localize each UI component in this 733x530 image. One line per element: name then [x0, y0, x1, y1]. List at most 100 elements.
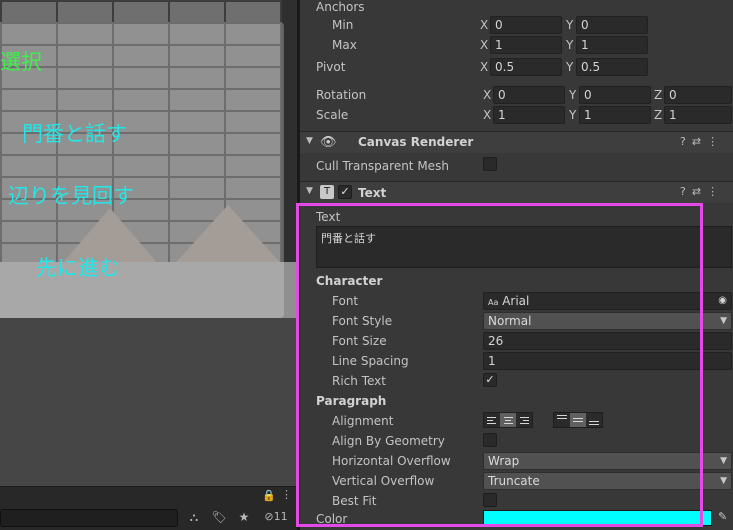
axis-y-label: Y	[566, 60, 574, 74]
align-top-button[interactable]	[554, 413, 570, 427]
axis-z-label: Z	[654, 88, 663, 102]
axis-y-label: Y	[569, 108, 577, 122]
rich-text-checkbox[interactable]: ✓	[483, 373, 497, 387]
cull-transparent-mesh-checkbox[interactable]	[483, 157, 497, 171]
align-left-button[interactable]	[484, 413, 500, 427]
text-field-label: Text	[316, 210, 341, 224]
scale-z-field[interactable]: 1	[664, 106, 732, 124]
filter-by-type-icon[interactable]: ⛬	[184, 507, 204, 527]
menu-option-look-around[interactable]: 辺りを見回す	[8, 180, 134, 210]
eyedropper-icon[interactable]: ✎	[718, 510, 727, 523]
align-right-button[interactable]	[516, 413, 532, 427]
rotation-y-field[interactable]: 0	[579, 86, 651, 104]
axis-y-label: Y	[569, 88, 577, 102]
horizontal-alignment-group	[483, 412, 533, 428]
menu-option-talk-gatekeeper[interactable]: 門番と話す	[22, 118, 127, 148]
axis-x-label: X	[480, 18, 489, 32]
dropdown-arrow-icon: ▼	[720, 316, 727, 326]
component-menu-icon[interactable]: ⋮	[707, 135, 718, 148]
anchors-min-y-field[interactable]: 0	[576, 16, 648, 34]
anchors-max-label: Max	[332, 38, 357, 52]
foldout-arrow-icon[interactable]: ▼	[306, 186, 313, 196]
text-component-header[interactable]: ▼ T ✓ Text ? ⇄ ⋮	[300, 181, 733, 203]
project-toolbar: 🔒 ⋮ ⛬ 🏷 ★ ⊘11	[0, 486, 297, 530]
line-spacing-label: Line Spacing	[332, 354, 409, 368]
horizontal-overflow-value: Wrap	[488, 454, 520, 468]
font-object-field[interactable]: Aa Arial ◉	[483, 292, 732, 310]
axis-x-label: X	[480, 60, 489, 74]
pivot-x-field[interactable]: 0.5	[490, 58, 562, 76]
canvas-renderer-header[interactable]: ▼ 👁 Canvas Renderer ? ⇄ ⋮	[300, 131, 733, 153]
text-component-icon: T	[320, 185, 334, 199]
align-center-button[interactable]	[500, 413, 516, 427]
preset-icon[interactable]: ⇄	[692, 185, 701, 198]
font-style-dropdown[interactable]: Normal ▼	[483, 312, 732, 330]
text-component-title: Text	[358, 186, 387, 200]
menu-option-proceed[interactable]: 先に進む	[36, 252, 120, 282]
hidden-packages-toggle[interactable]: ⊘11	[258, 507, 294, 527]
axis-x-label: X	[483, 88, 492, 102]
font-size-field[interactable]: 26	[483, 332, 732, 350]
kebab-menu-icon[interactable]: ⋮	[281, 488, 292, 501]
vertical-overflow-label: Vertical Overflow	[332, 474, 435, 488]
alignment-label: Alignment	[332, 414, 394, 428]
axis-x-label: X	[483, 108, 492, 122]
rotation-x-field[interactable]: 0	[493, 86, 565, 104]
rotation-label: Rotation	[316, 88, 367, 102]
cull-transparent-mesh-label: Cull Transparent Mesh	[316, 159, 449, 173]
font-style-value: Normal	[488, 314, 532, 328]
line-spacing-field[interactable]: 1	[483, 352, 732, 370]
help-icon[interactable]: ?	[680, 135, 686, 148]
scene-view[interactable]: 選択 門番と話す 辺りを見回す 先に進む	[0, 0, 297, 486]
anchors-max-y-field[interactable]: 1	[576, 36, 648, 54]
align-middle-button[interactable]	[570, 413, 586, 427]
paragraph-section-header: Paragraph	[316, 394, 387, 408]
text-content-area[interactable]: 門番と話す	[316, 226, 732, 268]
text-component-enabled-checkbox[interactable]: ✓	[338, 185, 352, 199]
anchors-max-x-field[interactable]: 1	[490, 36, 562, 54]
scale-y-field[interactable]: 1	[579, 106, 651, 124]
lock-icon[interactable]: 🔒	[262, 489, 276, 502]
pivot-y-field[interactable]: 0.5	[576, 58, 648, 76]
project-search-input[interactable]	[0, 509, 178, 527]
anchors-min-label: Min	[332, 18, 354, 32]
component-menu-icon[interactable]: ⋮	[707, 185, 718, 198]
color-swatch-field[interactable]	[483, 510, 712, 526]
font-label: Font	[332, 294, 359, 308]
favorite-star-icon[interactable]: ★	[234, 507, 254, 527]
anchors-min-x-field[interactable]: 0	[490, 16, 562, 34]
anchors-label: Anchors	[316, 0, 365, 14]
color-label: Color	[316, 512, 348, 526]
select-label: 選択	[0, 50, 42, 74]
pivot-label: Pivot	[316, 60, 346, 74]
best-fit-label: Best Fit	[332, 494, 377, 508]
inspector-panel: Anchors Min X 0 Y 0 Max X 1 Y 1 Pivot X …	[300, 0, 733, 530]
vertical-overflow-dropdown[interactable]: Truncate ▼	[483, 472, 732, 490]
help-icon[interactable]: ?	[680, 185, 686, 198]
align-bottom-button[interactable]	[586, 413, 602, 427]
preset-icon[interactable]: ⇄	[692, 135, 701, 148]
scale-x-field[interactable]: 1	[493, 106, 565, 124]
object-picker-icon[interactable]: ◉	[718, 293, 727, 309]
vertical-alignment-group	[553, 412, 603, 428]
best-fit-checkbox[interactable]	[483, 493, 497, 507]
hidden-packages-count: 11	[273, 510, 288, 523]
align-by-geometry-checkbox[interactable]	[483, 433, 497, 447]
horizontal-overflow-label: Horizontal Overflow	[332, 454, 451, 468]
dropdown-arrow-icon: ▼	[720, 456, 727, 466]
axis-z-label: Z	[654, 108, 663, 122]
horizontal-overflow-dropdown[interactable]: Wrap ▼	[483, 452, 732, 470]
axis-x-label: X	[480, 38, 489, 52]
dropdown-arrow-icon: ▼	[720, 476, 727, 486]
foldout-arrow-icon[interactable]: ▼	[306, 136, 313, 146]
rotation-z-field[interactable]: 0	[664, 86, 732, 104]
eye-icon: 👁	[320, 135, 337, 150]
canvas-renderer-title: Canvas Renderer	[358, 135, 474, 149]
vertical-overflow-value: Truncate	[488, 474, 540, 488]
eye-slash-icon: ⊘	[264, 510, 274, 523]
scene-background	[0, 318, 297, 486]
filter-by-label-icon[interactable]: 🏷	[208, 507, 230, 527]
font-style-label: Font Style	[332, 314, 393, 328]
font-asset-icon: Aa	[488, 298, 499, 307]
rich-text-label: Rich Text	[332, 374, 386, 388]
